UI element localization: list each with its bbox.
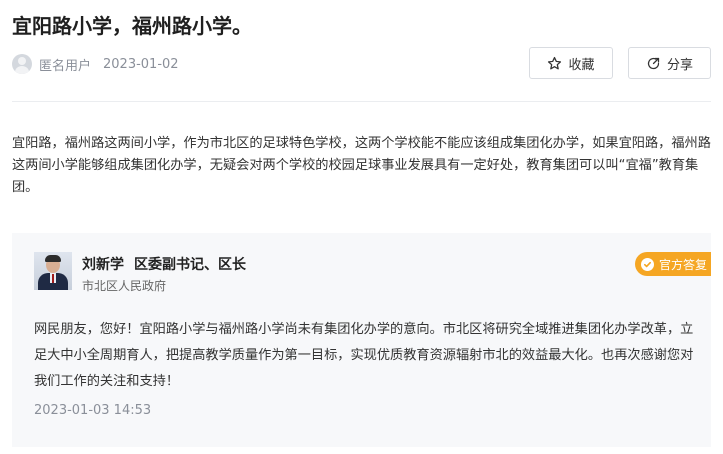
favorite-label: 收藏 — [568, 57, 595, 73]
star-icon — [548, 56, 562, 69]
share-button[interactable]: 分享 — [628, 47, 711, 79]
official-name: 刘新学 — [82, 257, 124, 273]
check-icon — [641, 257, 654, 271]
user-avatar-icon — [12, 54, 32, 74]
divider — [12, 101, 711, 102]
question-content: 宜阳路，福州路这两间小学，作为市北区的足球特色学校，这两个学校能不能应该组成集团… — [12, 136, 711, 195]
official-org: 市北区人民政府 — [82, 279, 167, 293]
post-meta: 匿名用户 2023-01-02 — [12, 53, 179, 75]
official-avatar — [34, 252, 72, 290]
author-name: 匿名用户 — [39, 58, 92, 74]
share-label: 分享 — [666, 57, 693, 73]
official-reply-badge: 官方答复 — [635, 252, 711, 276]
share-icon — [647, 57, 660, 69]
reply-content: 网民朋友，您好！宜阳路小学与福州路小学尚未有集团化办学的意向。市北区将研究全域推… — [34, 322, 694, 389]
reply-time: 2023-01-03 14:53 — [34, 403, 152, 418]
post-date: 2023-01-02 — [103, 56, 179, 72]
favorite-button[interactable]: 收藏 — [529, 47, 613, 79]
badge-label: 官方答复 — [659, 257, 708, 272]
official-reply-card: 刘新学 区委副书记、区长 市北区人民政府 官方答复 网民朋友，您好！宜阳路小学与福… — [12, 233, 711, 447]
official-position: 区委副书记、区长 — [134, 257, 246, 273]
post-title: 宜阳路小学，福州路小学。 — [12, 14, 252, 38]
official-title: 刘新学 区委副书记、区长 — [82, 254, 246, 274]
